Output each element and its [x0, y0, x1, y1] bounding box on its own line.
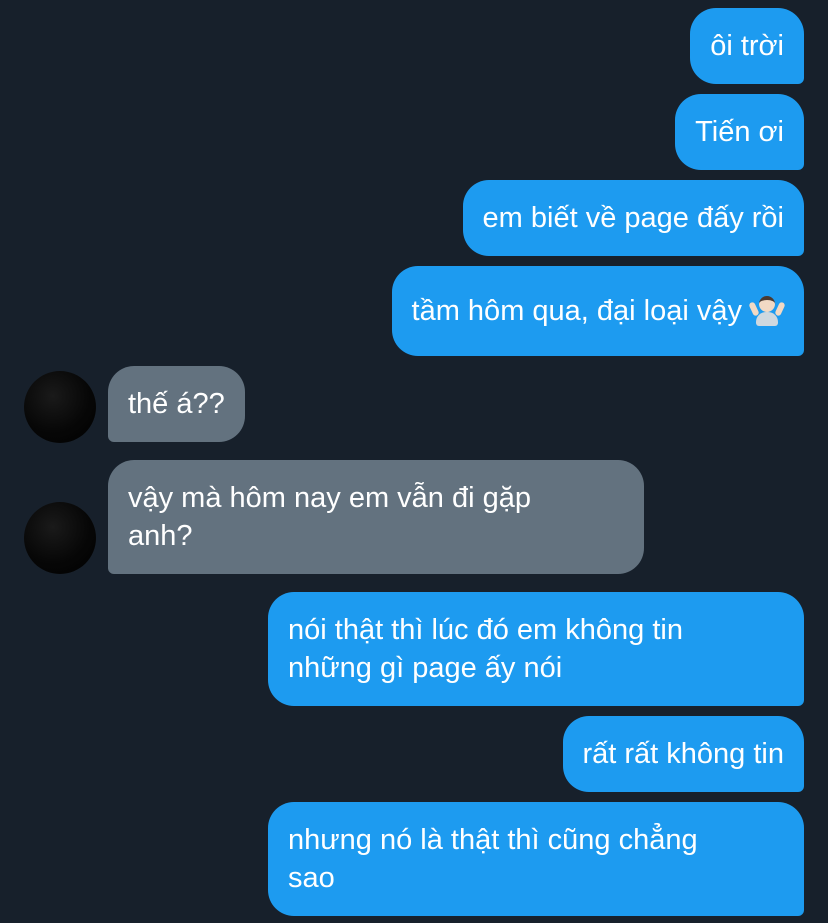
avatar[interactable] — [24, 502, 96, 574]
message-text: rất rất không tin — [582, 738, 785, 770]
message-bubble-incoming[interactable]: thế á?? — [108, 366, 245, 442]
message-text: ôi trời — [710, 30, 784, 62]
message-bubble-outgoing[interactable]: rất rất không tin — [562, 716, 804, 792]
avatar[interactable] — [24, 371, 96, 443]
message-bubble-incoming[interactable]: vậy mà hôm nay em vẫn đi gặp anh? — [108, 460, 644, 574]
message-bubble-outgoing[interactable]: Tiến ơi — [675, 94, 804, 170]
message-text: em biết về page đấy rồi — [482, 202, 784, 234]
message-text: nhưng nó là thật thì cũng chẳng sao — [288, 824, 698, 894]
message-text: Tiến ơi — [695, 116, 784, 148]
man-shrugging-emoji — [748, 294, 786, 328]
message-text: thế á?? — [128, 388, 225, 420]
message-bubble-outgoing[interactable]: nói thật thì lúc đó em không tin những g… — [268, 592, 804, 706]
message-text: tầm hôm qua, đại loại vậy — [411, 295, 742, 327]
message-bubble-outgoing[interactable]: ôi trời — [690, 8, 804, 84]
message-bubble-outgoing[interactable]: em biết về page đấy rồi — [462, 180, 804, 256]
message-text: nói thật thì lúc đó em không tin những g… — [288, 614, 683, 684]
message-bubble-outgoing[interactable]: nhưng nó là thật thì cũng chẳng sao — [268, 802, 804, 916]
message-bubble-outgoing[interactable]: tầm hôm qua, đại loại vậy — [391, 266, 804, 356]
message-text: vậy mà hôm nay em vẫn đi gặp anh? — [128, 482, 531, 552]
